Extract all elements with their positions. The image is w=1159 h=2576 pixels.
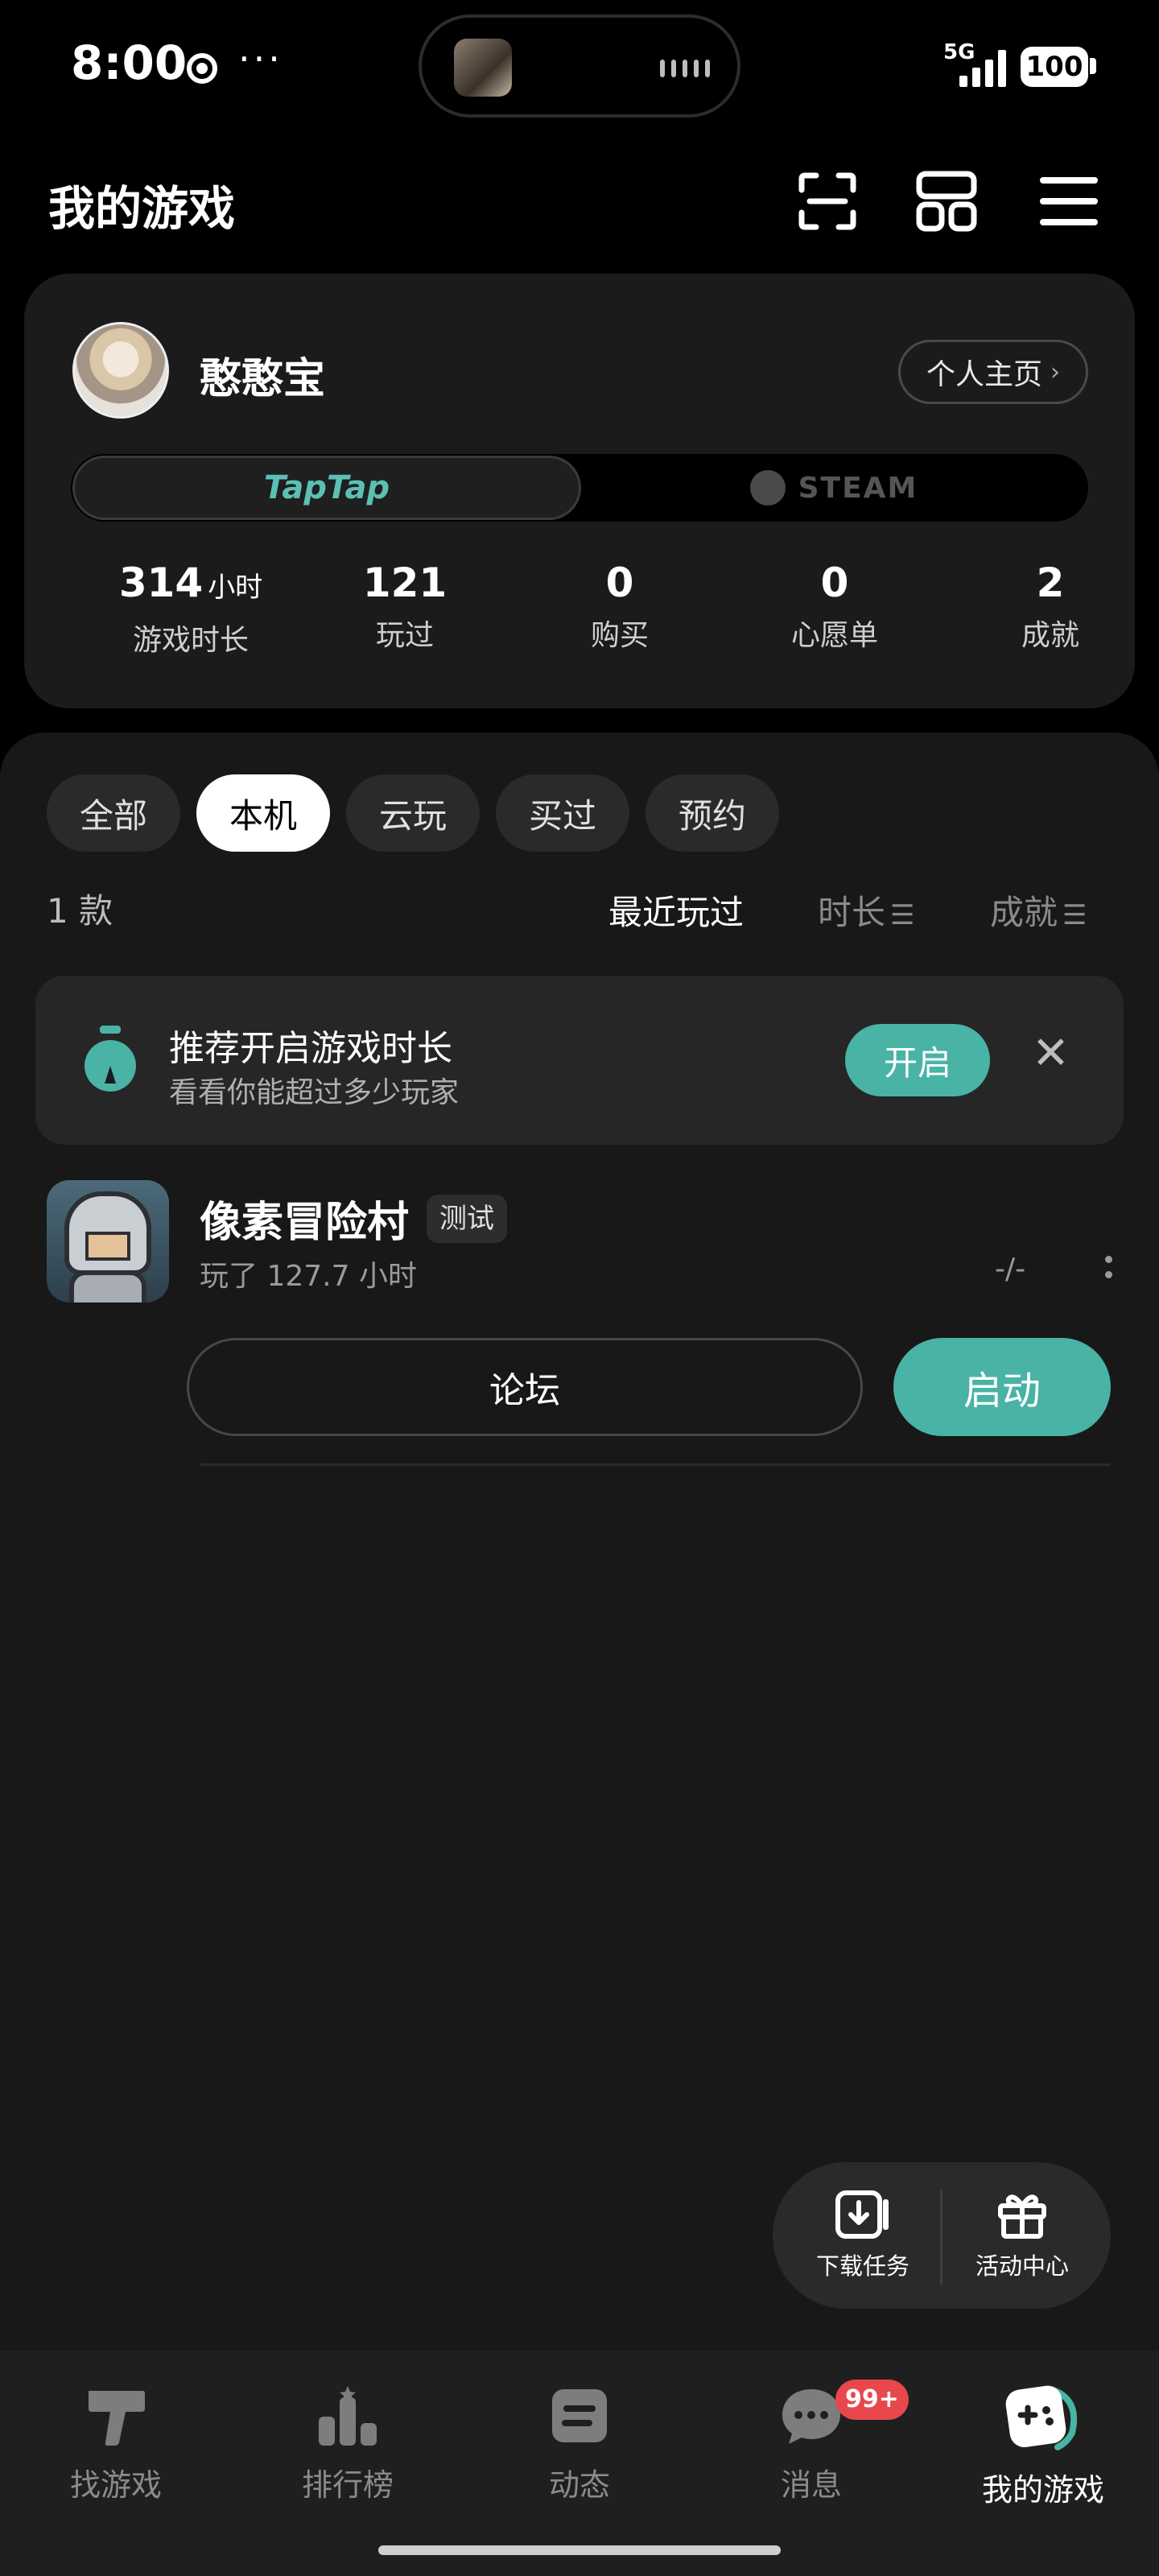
float-separator xyxy=(940,2190,942,2285)
battery-icon xyxy=(1090,58,1096,74)
launch-button[interactable]: 启动 xyxy=(893,1338,1111,1436)
platform-toggle: TapTap STEAM xyxy=(71,454,1088,522)
download-tasks-button[interactable]: 下载任务 xyxy=(790,2190,935,2281)
forum-button[interactable]: 论坛 xyxy=(187,1338,863,1436)
avatar[interactable] xyxy=(72,322,169,419)
filter-chip-all[interactable]: 全部 xyxy=(47,774,180,852)
stat-played[interactable]: 121 玩过 xyxy=(304,557,505,654)
stat-value: 2 xyxy=(1036,559,1065,606)
nav-label: 动态 xyxy=(548,2467,610,2503)
promo-title: 推荐开启游戏时长 xyxy=(169,1028,452,1069)
stat-value: 0 xyxy=(820,559,849,606)
activity-center-label: 活动中心 xyxy=(975,2252,1069,2280)
stat-label: 心愿单 xyxy=(790,619,878,652)
status-time: 8:00 xyxy=(71,35,188,90)
media-thumbnail xyxy=(454,39,512,97)
knight-face-shape xyxy=(85,1232,130,1261)
game-count: 1 款 xyxy=(47,891,113,931)
steam-label: STEAM xyxy=(798,471,918,505)
menu-icon[interactable] xyxy=(1038,171,1099,232)
knight-body-shape xyxy=(69,1270,146,1302)
list-divider xyxy=(200,1463,1111,1466)
tab-steam[interactable]: STEAM xyxy=(580,454,1088,522)
podium-icon xyxy=(319,2386,377,2446)
stat-value: 314 xyxy=(118,559,204,606)
game-tag-badge: 测试 xyxy=(427,1195,507,1243)
steam-logo-icon xyxy=(749,470,786,506)
sort-duration[interactable]: 时长 ☰ xyxy=(818,886,915,935)
nav-find-games[interactable]: 找游戏 xyxy=(0,2384,232,2504)
more-vertical-icon[interactable] xyxy=(1103,1256,1114,1288)
profile-home-button[interactable]: 个人主页 › xyxy=(898,340,1088,404)
chat-bubble-icon xyxy=(782,2389,840,2444)
chevron-right-icon: › xyxy=(1050,357,1060,386)
game-library-panel: 全部 本机 云玩 买过 预约 1 款 最近玩过 时长 ☰ 成就 ☰ 推荐开启游戏时长… xyxy=(0,733,1159,2351)
download-tasks-label: 下载任务 xyxy=(815,2252,909,2280)
filter-chip-reserved[interactable]: 预约 xyxy=(645,774,779,852)
stat-value: 121 xyxy=(362,559,448,606)
bottom-navigation: 找游戏 排行榜 动态 99+ 消息 我的游戏 xyxy=(0,2351,1159,2576)
signal-icon xyxy=(959,47,1008,87)
profile-card: 憨憨宝 个人主页 › TapTap STEAM 314 小时 游戏时长 121 玩… xyxy=(24,274,1135,708)
promo-enable-button[interactable]: 开启 xyxy=(845,1024,990,1096)
stat-label: 玩过 xyxy=(375,619,434,652)
status-more-dots: ··· xyxy=(238,37,283,80)
game-playtime: 玩了 127.7 小时 xyxy=(200,1260,417,1293)
timer-icon xyxy=(85,1026,136,1092)
sort-recent[interactable]: 最近玩过 xyxy=(608,886,744,935)
page-title: 我的游戏 xyxy=(48,181,236,236)
grid-layout-icon[interactable] xyxy=(916,171,977,232)
game-score: -/- xyxy=(995,1253,1026,1286)
sort-duration-label: 时长 xyxy=(818,893,886,932)
taptap-logo-icon xyxy=(89,2391,145,2446)
floating-actions: 下载任务 活动中心 xyxy=(773,2162,1111,2309)
feed-icon xyxy=(552,2389,607,2442)
screen-record-icon xyxy=(187,53,217,84)
stat-label: 游戏时长 xyxy=(132,624,249,657)
audio-bars-icon xyxy=(660,60,710,77)
profile-home-label: 个人主页 xyxy=(926,358,1042,391)
playtime-promo-banner: 推荐开启游戏时长 看看你能超过多少玩家 开启 ✕ xyxy=(35,976,1124,1145)
nav-feed[interactable]: 动态 xyxy=(464,2384,695,2504)
home-indicator[interactable] xyxy=(378,2545,781,2555)
stat-value: 0 xyxy=(605,559,634,606)
nav-label: 消息 xyxy=(780,2467,842,2503)
dynamic-island[interactable] xyxy=(419,14,740,118)
battery-level: 100 xyxy=(1021,47,1088,87)
nav-rankings[interactable]: 排行榜 xyxy=(232,2384,464,2504)
user-name: 憨憨宝 xyxy=(200,355,326,403)
tab-taptap[interactable]: TapTap xyxy=(72,456,581,520)
stat-achievements[interactable]: 2 成就 xyxy=(950,557,1151,654)
sort-icon: ☰ xyxy=(890,899,915,931)
knight-helmet-shape xyxy=(64,1191,151,1275)
activity-center-button[interactable]: 活动中心 xyxy=(950,2190,1095,2281)
gamepad-icon xyxy=(1005,2385,1078,2450)
game-title[interactable]: 像素冒险村 xyxy=(200,1188,409,1249)
game-icon[interactable] xyxy=(47,1180,169,1302)
sort-achievement[interactable]: 成就 ☰ xyxy=(990,886,1087,935)
stat-unit: 小时 xyxy=(208,572,263,604)
stat-playtime[interactable]: 314 小时 游戏时长 xyxy=(90,557,291,658)
gift-icon xyxy=(998,2194,1046,2239)
stat-wishlist[interactable]: 0 心愿单 xyxy=(734,557,935,654)
promo-subtitle: 看看你能超过多少玩家 xyxy=(169,1076,460,1109)
download-icon xyxy=(835,2190,889,2239)
nav-messages[interactable]: 99+ 消息 xyxy=(695,2380,927,2504)
scan-icon[interactable] xyxy=(797,171,858,232)
nav-label: 找游戏 xyxy=(69,2467,162,2503)
message-badge: 99+ xyxy=(835,2380,909,2420)
stat-label: 成就 xyxy=(1021,619,1079,652)
sort-icon: ☰ xyxy=(1062,899,1087,931)
filter-chip-cloud[interactable]: 云玩 xyxy=(346,774,480,852)
nav-label: 我的游戏 xyxy=(981,2472,1104,2508)
stat-purchased[interactable]: 0 购买 xyxy=(519,557,720,654)
filter-chip-local[interactable]: 本机 xyxy=(196,774,330,852)
nav-label: 排行榜 xyxy=(301,2467,394,2503)
filter-chip-bought[interactable]: 买过 xyxy=(496,774,629,852)
sort-achievement-label: 成就 xyxy=(990,893,1058,932)
close-icon[interactable]: ✕ xyxy=(1032,1027,1070,1080)
stat-label: 购买 xyxy=(590,619,649,652)
nav-my-games[interactable]: 我的游戏 xyxy=(927,2384,1159,2509)
